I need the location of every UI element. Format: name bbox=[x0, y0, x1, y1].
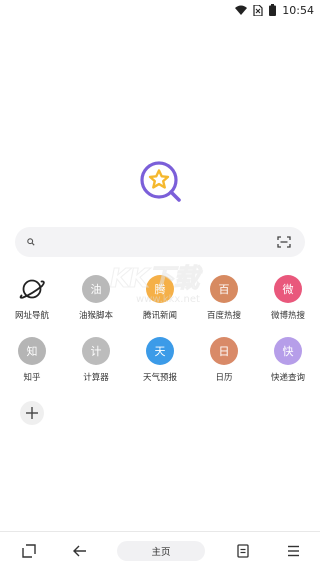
tabs-button[interactable] bbox=[16, 538, 42, 564]
battery-icon bbox=[269, 4, 277, 16]
back-button[interactable] bbox=[67, 538, 93, 564]
icon-glyph: 快 bbox=[282, 345, 294, 358]
shortcut-label: 腾讯新闻 bbox=[142, 311, 177, 321]
status-bar: 10:54 bbox=[0, 0, 320, 20]
search-icon bbox=[27, 238, 35, 246]
windows-icon bbox=[22, 543, 36, 558]
shortcut-row: 知 知乎 计 计算器 天 天气预报 日 日历 快 快递查询 bbox=[0, 337, 320, 391]
favorite-search-logo-icon bbox=[140, 161, 181, 202]
shortcut-label: 知乎 bbox=[23, 373, 41, 383]
shortcut-label: 微博热搜 bbox=[270, 311, 305, 321]
letter-avatar-icon: 腾 bbox=[146, 275, 174, 303]
status-time: 10:54 bbox=[282, 3, 314, 17]
letter-avatar-icon: 日 bbox=[210, 337, 238, 365]
shortcut-baidu-hot[interactable]: 百 百度热搜 bbox=[192, 275, 256, 329]
no-sim-icon bbox=[253, 4, 263, 16]
shortcut-calculator[interactable]: 计 计算器 bbox=[64, 337, 128, 391]
plus-icon bbox=[20, 401, 44, 425]
shortcut-label: 百度热搜 bbox=[206, 311, 241, 321]
shortcut-grid: 网址导航 油 油猴脚本 腾 腾讯新闻 百 百度热搜 微 微博热搜 知 知乎 计 … bbox=[0, 275, 320, 461]
search-bar[interactable] bbox=[15, 227, 305, 257]
shortcut-label: 快递查询 bbox=[270, 373, 305, 383]
shortcut-row: 网址导航 油 油猴脚本 腾 腾讯新闻 百 百度热搜 微 微博热搜 bbox=[0, 275, 320, 329]
home-label: 主页 bbox=[151, 546, 171, 558]
shortcut-web-navigation[interactable]: 网址导航 bbox=[0, 275, 64, 329]
shortcut-label: 油猴脚本 bbox=[78, 311, 113, 321]
arrow-left-icon bbox=[72, 545, 86, 556]
hamburger-menu-icon bbox=[287, 545, 299, 556]
icon-glyph: 计 bbox=[90, 345, 102, 358]
letter-avatar-icon: 百 bbox=[210, 275, 238, 303]
home-button[interactable]: 主页 bbox=[117, 540, 205, 561]
wifi-icon bbox=[235, 5, 248, 15]
icon-glyph: 天 bbox=[154, 345, 166, 358]
letter-avatar-icon: 天 bbox=[146, 337, 174, 365]
add-shortcut-button[interactable] bbox=[0, 399, 64, 453]
letter-avatar-icon: 计 bbox=[82, 337, 110, 365]
shortcut-label: 日历 bbox=[215, 373, 233, 383]
menu-button[interactable] bbox=[280, 538, 306, 564]
shortcut-zhihu[interactable]: 知 知乎 bbox=[0, 337, 64, 391]
search-input[interactable] bbox=[41, 235, 277, 249]
shortcut-label: 天气预报 bbox=[142, 373, 177, 383]
icon-glyph: 油 bbox=[90, 283, 102, 296]
letter-avatar-icon: 油 bbox=[82, 275, 110, 303]
shortcut-calendar[interactable]: 日 日历 bbox=[192, 337, 256, 391]
app-logo bbox=[139, 160, 183, 204]
planet-icon bbox=[18, 275, 46, 303]
icon-glyph: 知 bbox=[26, 345, 38, 358]
shortcut-row bbox=[0, 399, 320, 453]
shortcut-express-query[interactable]: 快 快递查询 bbox=[256, 337, 320, 391]
letter-avatar-icon: 微 bbox=[274, 275, 302, 303]
shortcut-label: 计算器 bbox=[83, 373, 109, 383]
icon-glyph: 日 bbox=[218, 345, 230, 358]
letter-avatar-icon: 快 bbox=[274, 337, 302, 365]
shortcut-tencent-news[interactable]: 腾 腾讯新闻 bbox=[128, 275, 192, 329]
shortcut-weather[interactable]: 天 天气预报 bbox=[128, 337, 192, 391]
shortcut-tampermonkey[interactable]: 油 油猴脚本 bbox=[64, 275, 128, 329]
scan-icon[interactable] bbox=[277, 236, 291, 248]
shortcut-label: 网址导航 bbox=[14, 311, 49, 321]
icon-glyph: 微 bbox=[282, 283, 294, 296]
bottom-nav: 主页 bbox=[0, 531, 320, 569]
letter-avatar-icon: 知 bbox=[18, 337, 46, 365]
icon-glyph: 百 bbox=[218, 283, 230, 296]
bookmarks-button[interactable] bbox=[230, 538, 256, 564]
icon-glyph: 腾 bbox=[154, 283, 166, 296]
document-list-icon bbox=[236, 543, 249, 558]
shortcut-weibo-hot[interactable]: 微 微博热搜 bbox=[256, 275, 320, 329]
